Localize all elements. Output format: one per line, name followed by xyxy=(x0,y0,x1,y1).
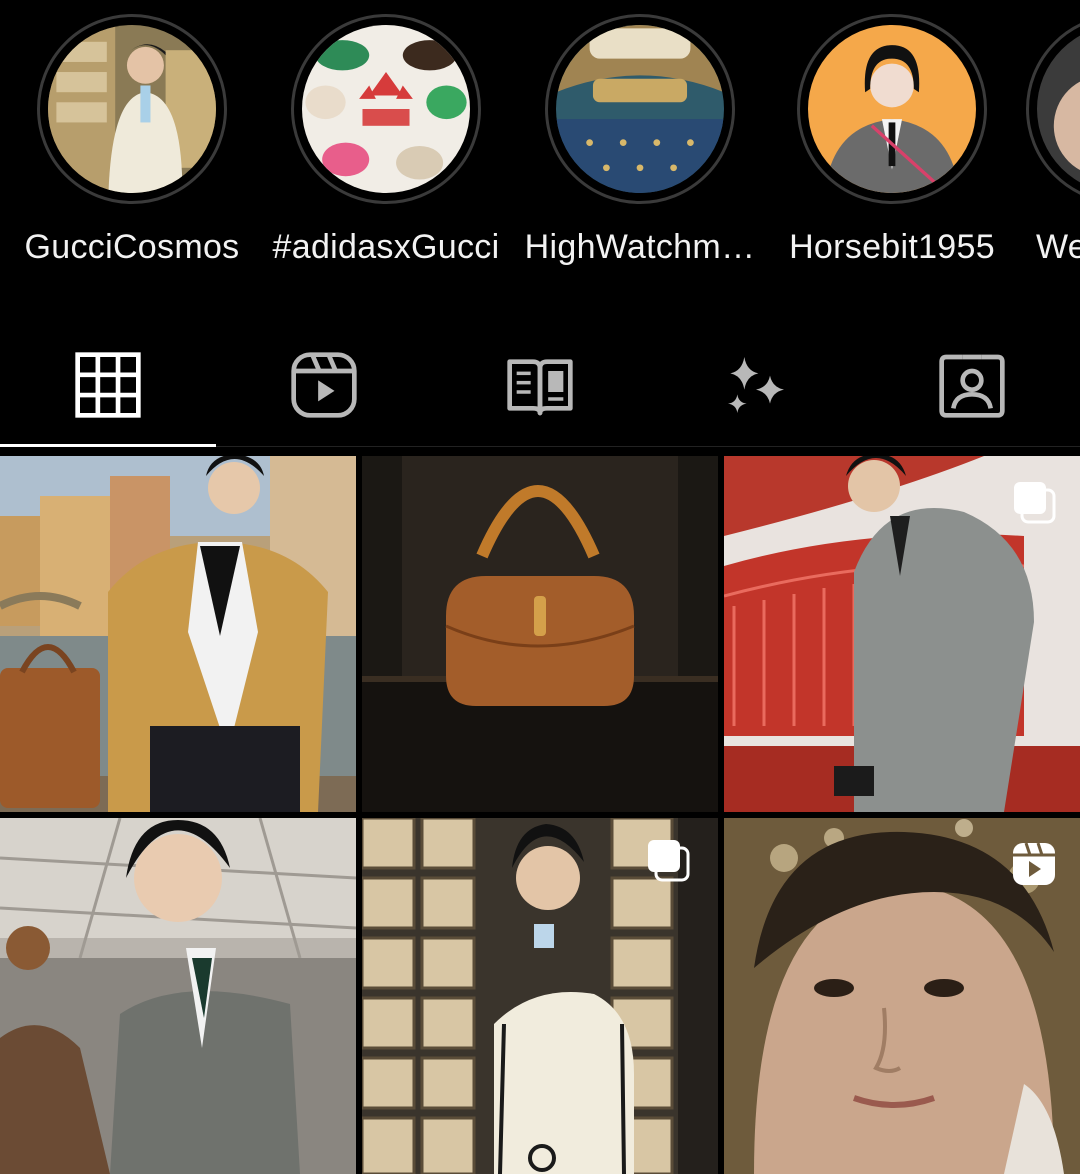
posts-grid xyxy=(0,456,1080,1174)
highlight-ring xyxy=(1026,14,1080,204)
tab-effects[interactable] xyxy=(648,325,864,445)
profile-tab-bar xyxy=(0,325,1080,450)
post-image xyxy=(0,456,356,812)
tab-posts[interactable] xyxy=(0,325,216,445)
highlight-label: GucciCosmos xyxy=(24,228,240,266)
highlight-cover-image xyxy=(302,25,470,193)
tab-tagged[interactable] xyxy=(864,325,1080,445)
tagged-icon xyxy=(939,354,1005,418)
highlight-cover-image xyxy=(808,25,976,193)
post-thumbnail[interactable] xyxy=(724,818,1080,1174)
post-thumbnail[interactable] xyxy=(362,456,718,812)
highlight-label: HighWatchm… xyxy=(524,228,756,266)
posts-grid-icon xyxy=(75,352,141,418)
active-tab-indicator xyxy=(0,444,216,447)
highlight-ring xyxy=(545,14,735,204)
story-highlights-row: GucciCosmos #adidasxGucci HighWatchm… Ho… xyxy=(0,0,1080,300)
highlight-adidasxgucci[interactable]: #adidasxGucci xyxy=(266,14,506,267)
multiple-icon xyxy=(1014,482,1056,524)
highlight-cover-image xyxy=(1037,25,1080,193)
tab-guides[interactable] xyxy=(432,325,648,445)
post-thumbnail[interactable] xyxy=(0,818,356,1174)
highlight-label: #adidasxGucci xyxy=(272,228,500,266)
highlight-cover-image xyxy=(556,25,724,193)
highlight-ring xyxy=(37,14,227,204)
highlight-horsebit1955[interactable]: Horsebit1955 xyxy=(772,14,1012,267)
tab-reels[interactable] xyxy=(216,325,432,445)
post-image xyxy=(362,456,718,812)
post-thumbnail[interactable] xyxy=(0,456,356,812)
highlight-label: Horsebit1955 xyxy=(789,228,995,266)
highlight-cover-image xyxy=(48,25,216,193)
reel-icon xyxy=(1013,842,1055,885)
highlight-guccicosmos[interactable]: GucciCosmos xyxy=(12,14,252,267)
guides-icon xyxy=(507,359,573,416)
highlight-highwatchmaking[interactable]: HighWatchm… xyxy=(520,14,760,267)
effects-icon xyxy=(728,357,784,413)
post-thumbnail[interactable] xyxy=(362,818,718,1174)
highlight-label: We xyxy=(1036,228,1080,266)
post-thumbnail[interactable] xyxy=(724,456,1080,812)
highlight-ring xyxy=(291,14,481,204)
multiple-icon xyxy=(648,840,690,882)
highlight-partial[interactable]: We xyxy=(1026,14,1080,267)
highlight-ring xyxy=(797,14,987,204)
reels-icon xyxy=(291,352,357,418)
post-image xyxy=(0,818,356,1174)
